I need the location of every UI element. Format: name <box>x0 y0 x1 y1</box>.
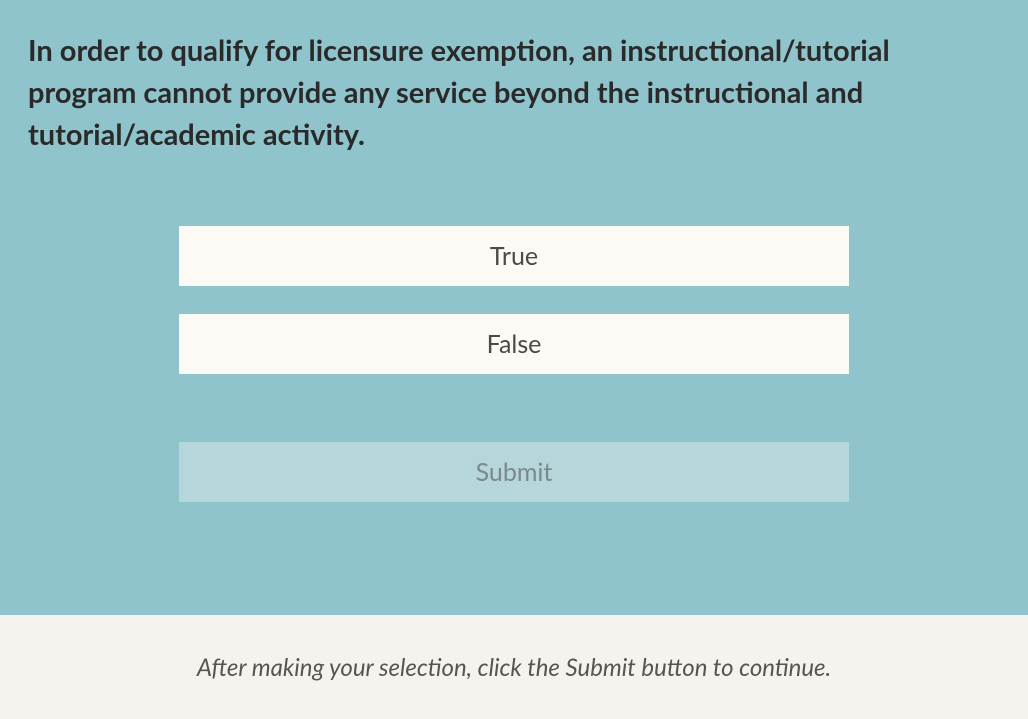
option-true-button[interactable]: True <box>179 226 849 286</box>
option-false-button[interactable]: False <box>179 314 849 374</box>
footer-bar: After making your selection, click the S… <box>0 615 1028 719</box>
submit-button[interactable]: Submit <box>179 442 849 502</box>
quiz-container: In order to qualify for licensure exempt… <box>0 0 1028 615</box>
question-text: In order to qualify for licensure exempt… <box>20 30 1008 156</box>
footer-instruction: After making your selection, click the S… <box>197 653 831 682</box>
options-wrapper: True False Submit <box>20 226 1008 502</box>
